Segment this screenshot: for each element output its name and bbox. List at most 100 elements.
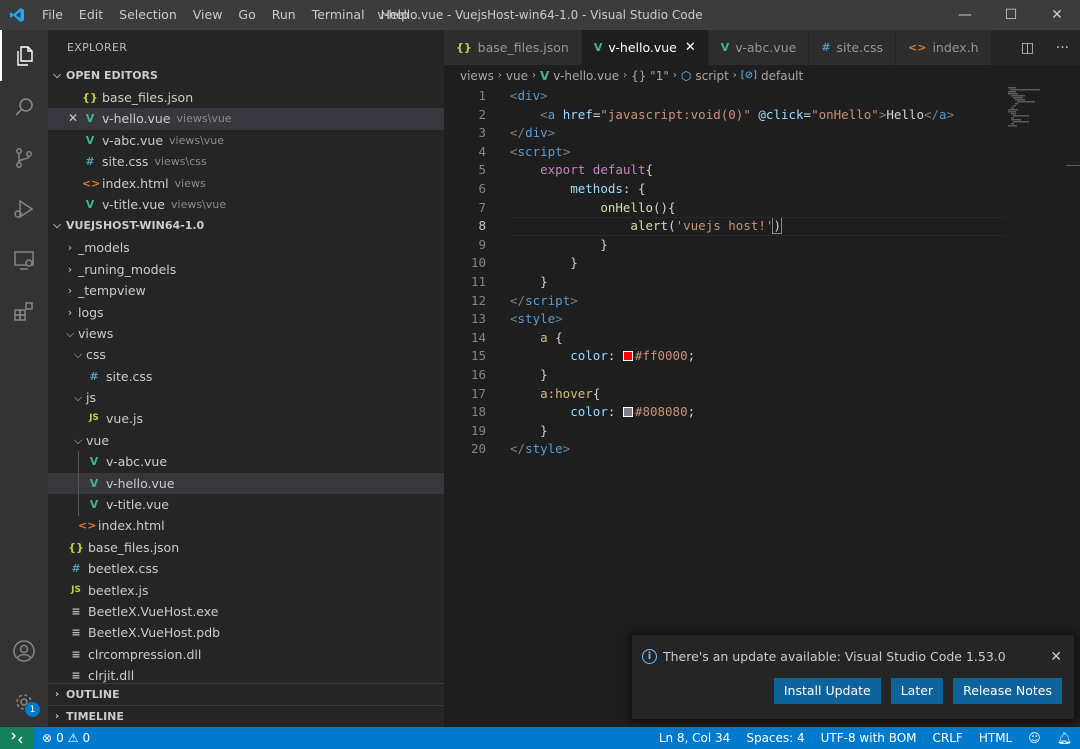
code-editor[interactable]: 1 <div> 2 <a href="javascript:void(0)" @cl… <box>444 87 1004 459</box>
file-item[interactable]: <> index.html <box>48 515 444 536</box>
open-editor-item[interactable]: # site.css views\css <box>48 151 444 172</box>
file-item[interactable]: {} base_files.json <box>48 537 444 558</box>
file-item[interactable]: Vv-title.vue <box>48 494 444 515</box>
open-editor-item[interactable]: {} base_files.json <box>48 87 444 108</box>
language-mode[interactable]: HTML <box>971 731 1020 745</box>
editor-tab[interactable]: Vv-hello.vue ✕ <box>581 30 709 65</box>
line-content: <div> <box>486 87 548 106</box>
file-item[interactable]: Vv-hello.vue <box>48 472 444 495</box>
line-number: 8 <box>478 218 486 234</box>
folder-item[interactable]: ⌵ css <box>48 344 444 365</box>
code-token: "javascript:void(0)" <box>600 106 751 122</box>
code-token: div <box>525 125 548 141</box>
file-item[interactable]: Vv-abc.vue <box>48 451 444 472</box>
split-editor-icon[interactable]: ◫ <box>1021 40 1034 56</box>
maximize-button[interactable]: ☐ <box>988 0 1034 30</box>
minimap[interactable] <box>1008 87 1068 147</box>
editor-tab[interactable]: # site.css <box>809 30 896 65</box>
breadcrumb-item[interactable]: vue <box>506 65 528 87</box>
breadcrumb-item[interactable]: script <box>695 65 728 87</box>
json-file-icon: {} <box>68 540 84 554</box>
manage-gear-icon[interactable]: 1 <box>0 676 48 727</box>
color-swatch[interactable] <box>622 406 633 417</box>
account-icon[interactable] <box>0 625 48 676</box>
file-item[interactable]: # site.css <box>48 366 444 387</box>
code-line: 20 </style> <box>444 440 1004 459</box>
tab-close-icon[interactable]: ✕ <box>685 30 696 65</box>
files-icon[interactable] <box>0 30 48 81</box>
project-header[interactable]: ⌵ VUEJSHOST-WIN64-1.0 <box>48 215 444 237</box>
indentation[interactable]: Spaces: 4 <box>738 731 812 745</box>
menu-item-view[interactable]: View <box>185 0 231 30</box>
menu-item-selection[interactable]: Selection <box>111 0 185 30</box>
folder-item[interactable]: › _models <box>48 237 444 258</box>
outline-header[interactable]: › OUTLINE <box>48 683 444 705</box>
menu-item-go[interactable]: Go <box>230 0 263 30</box>
folder-item[interactable]: › _runing_models <box>48 259 444 280</box>
file-item[interactable]: JS beetlex.js <box>48 580 444 601</box>
editor-scrollbar[interactable] <box>1066 165 1080 195</box>
editor-tab[interactable]: Vv-abc.vue <box>708 30 810 65</box>
code-token: = <box>803 106 812 122</box>
open-editor-item[interactable]: Vv-title.vue views\vue <box>48 194 444 215</box>
menu-item-terminal[interactable]: Terminal <box>304 0 373 30</box>
open-editor-item[interactable]: ✕ Vv-hello.vue views\vue <box>48 108 444 130</box>
more-actions-icon[interactable]: ··· <box>1056 40 1069 56</box>
extensions-icon[interactable] <box>0 285 48 336</box>
source-control-icon[interactable] <box>0 132 48 183</box>
problems-indicator[interactable]: ⊗ 0 ⚠ 0 <box>34 731 90 745</box>
folder-item[interactable]: ⌵ views <box>48 323 444 344</box>
notification-message: There's an update available: Visual Stud… <box>663 649 1006 664</box>
end-of-line[interactable]: CRLF <box>925 731 971 745</box>
file-item[interactable]: # beetlex.css <box>48 558 444 579</box>
open-editors-header[interactable]: ⌵ OPEN EDITORS <box>48 65 444 87</box>
close-window-button[interactable]: ✕ <box>1034 0 1080 30</box>
code-token: script <box>517 143 563 159</box>
editor-tab[interactable]: <> index.h <box>896 30 992 65</box>
encoding[interactable]: UTF-8 with BOM <box>813 731 925 745</box>
code-line: 2 <a href="javascript:void(0)" @click="o… <box>444 106 1004 125</box>
menu-item-edit[interactable]: Edit <box>71 0 111 30</box>
file-item[interactable]: JS vue.js <box>48 408 444 429</box>
open-editor-item[interactable]: <> index.html views <box>48 173 444 194</box>
breadcrumb-item[interactable]: default <box>761 65 803 87</box>
release-notes-button[interactable]: Release Notes <box>953 678 1062 704</box>
menu-item-help[interactable]: Help <box>373 0 418 30</box>
open-editor-item[interactable]: Vv-abc.vue views\vue <box>48 130 444 151</box>
later-button[interactable]: Later <box>890 678 944 704</box>
notifications-bell-icon[interactable]: 🔔︎ <box>1049 731 1080 745</box>
folder-item[interactable]: ⌵ js <box>48 387 444 408</box>
code-token: < <box>540 106 548 122</box>
code-line: 9 } <box>444 236 1004 255</box>
menu-item-file[interactable]: File <box>34 0 71 30</box>
file-item[interactable]: ≡ BeetleX.VueHost.pdb <box>48 622 444 643</box>
color-swatch[interactable] <box>622 350 633 361</box>
chevron-down-icon: ⌵ <box>53 220 61 232</box>
error-icon: ⊗ <box>42 731 53 745</box>
folder-item[interactable]: ⌵ vue <box>48 430 444 451</box>
breadcrumb-item[interactable]: {} "1" <box>631 65 669 87</box>
file-item[interactable]: ≡ BeetleX.VueHost.exe <box>48 601 444 622</box>
run-debug-icon[interactable] <box>0 183 48 234</box>
breadcrumb-item[interactable]: views <box>460 65 494 87</box>
close-icon[interactable]: ✕ <box>64 108 82 129</box>
editor-tab[interactable]: {} base_files.json <box>444 30 582 65</box>
search-icon[interactable] <box>0 81 48 132</box>
remote-explorer-icon[interactable] <box>0 234 48 285</box>
minimize-button[interactable]: — <box>942 0 988 30</box>
menu-item-run[interactable]: Run <box>264 0 304 30</box>
timeline-header[interactable]: › TIMELINE <box>48 705 444 727</box>
folder-item[interactable]: › _tempview <box>48 280 444 301</box>
line-content: <style> <box>486 310 563 329</box>
remote-indicator-icon[interactable] <box>0 727 34 749</box>
folder-item[interactable]: › logs <box>48 302 444 323</box>
notification-close-icon[interactable]: ✕ <box>1050 649 1062 665</box>
file-item[interactable]: ≡ clrcompression.dll <box>48 644 444 665</box>
breadcrumb-item[interactable]: v-hello.vue <box>553 65 619 87</box>
warning-count: 0 <box>82 731 91 745</box>
cursor-position[interactable]: Ln 8, Col 34 <box>651 731 739 745</box>
install-update-button[interactable]: Install Update <box>773 678 881 704</box>
feedback-icon[interactable]: ☺ <box>1020 731 1049 745</box>
